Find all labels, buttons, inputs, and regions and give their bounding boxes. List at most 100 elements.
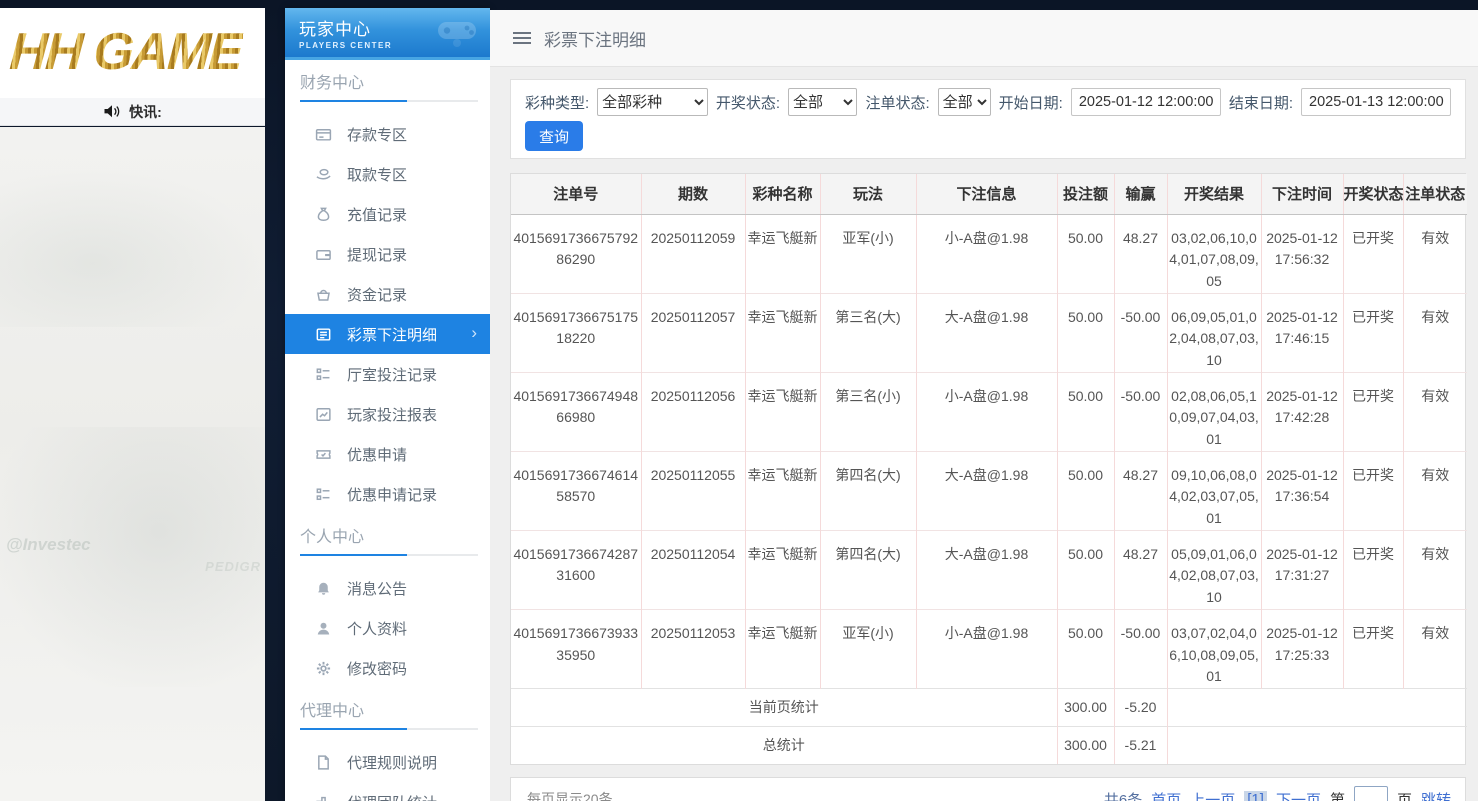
cell-result: 03,02,06,10,04,01,07,08,09,05 [1167, 214, 1261, 293]
search-button[interactable]: 查询 [525, 121, 583, 151]
cell-result: 06,09,05,01,02,04,08,07,03,10 [1167, 293, 1261, 372]
sidebar-item-label: 资金记录 [347, 284, 407, 305]
page-title: 彩票下注明细 [544, 26, 646, 51]
cell-time: 2025-01-12 17:46:15 [1261, 293, 1343, 372]
col-play: 玩法 [820, 174, 916, 214]
jump-prefix-label: 第 [1330, 789, 1345, 801]
cell-order-status: 有效 [1403, 609, 1467, 688]
cell-draw-status: 已开奖 [1343, 372, 1403, 451]
cell-time: 2025-01-12 17:42:28 [1261, 372, 1343, 451]
personal-menu: 消息公告 个人资料 修改密码 [285, 558, 490, 688]
cell-bet-info: 大-A盘@1.98 [916, 530, 1057, 609]
main-header: 彩票下注明细 [490, 10, 1478, 67]
page-size-text: 每页显示20条 [527, 789, 613, 801]
sidebar-item-profile[interactable]: 个人资料 [285, 608, 490, 648]
cell-result: 03,07,02,04,06,10,08,09,05,01 [1167, 609, 1261, 688]
cell-order-status: 有效 [1403, 530, 1467, 609]
jump-button[interactable]: 跳转 [1421, 789, 1451, 801]
filter-panel: 彩种类型: 全部彩种 开奖状态: 全部 注单状态: 全部 开始日期: 结束日期:… [510, 79, 1466, 159]
jump-page-input[interactable] [1354, 786, 1388, 801]
sidebar-item-hall-bet-record[interactable]: 厅室投注记录 [285, 354, 490, 394]
col-draw-status: 开奖状态 [1343, 174, 1403, 214]
team-stats-icon [315, 794, 332, 801]
bet-detail-table-card: 注单号 期数 彩种名称 玩法 下注信息 投注额 输赢 开奖结果 下注时间 开奖状… [510, 173, 1466, 765]
background-stadium-image: @Investec PEDIGR [0, 127, 265, 801]
draw-status-select[interactable]: 全部 [788, 88, 857, 116]
purse-icon [315, 286, 332, 303]
cell-lottery: 幸运飞艇新 [745, 372, 820, 451]
table-row: 401569173667393335950 20250112053 幸运飞艇新 … [511, 609, 1467, 688]
cell-bet-info: 小-A盘@1.98 [916, 609, 1057, 688]
cell-draw-status: 已开奖 [1343, 451, 1403, 530]
cell-amount: 50.00 [1057, 609, 1114, 688]
first-page-link[interactable]: 首页 [1151, 789, 1181, 801]
cell-order-status: 有效 [1403, 214, 1467, 293]
end-date-input[interactable] [1301, 88, 1451, 116]
cell-amount: 50.00 [1057, 293, 1114, 372]
sidebar-item-label: 代理团队统计 [347, 792, 437, 801]
cell-amount: 50.00 [1057, 530, 1114, 609]
draw-status-label: 开奖状态: [716, 92, 780, 113]
sidebar-item-agent-team-stats[interactable]: 代理团队统计 [285, 782, 490, 801]
report-chart-icon [315, 406, 332, 423]
sidebar-item-label: 彩票下注明细 [347, 324, 437, 345]
cell-lottery: 幸运飞艇新 [745, 530, 820, 609]
sidebar-item-withdraw-zone[interactable]: 取款专区 [285, 154, 490, 194]
order-status-select[interactable]: 全部 [938, 88, 991, 116]
cell-lottery: 幸运飞艇新 [745, 293, 820, 372]
sidebar-item-deposit-zone[interactable]: 存款专区 [285, 114, 490, 154]
col-order-status: 注单状态 [1403, 174, 1467, 214]
cell-draw-status: 已开奖 [1343, 609, 1403, 688]
section-title-agent: 代理中心 [285, 688, 490, 728]
table-row: 401569173667517518220 20250112057 幸运飞艇新 … [511, 293, 1467, 372]
end-date-label: 结束日期: [1229, 92, 1293, 113]
sidebar-item-promo-record[interactable]: 优惠申请记录 [285, 474, 490, 514]
cell-bet-info: 小-A盘@1.98 [916, 372, 1057, 451]
cell-play: 第三名(小) [820, 372, 916, 451]
cell-period: 20250112056 [641, 372, 745, 451]
cell-winloss: -50.00 [1114, 293, 1167, 372]
pagination-bar: 每页显示20条 共6条 首页 上一页 [1] 下一页 第 页 跳转 [510, 777, 1466, 801]
cell-winloss: 48.27 [1114, 214, 1167, 293]
wallet-icon [315, 246, 332, 263]
total-summary-row: 总统计 300.00 -5.21 [511, 726, 1467, 764]
col-winloss: 输赢 [1114, 174, 1167, 214]
col-order-no: 注单号 [511, 174, 641, 214]
lottery-type-select[interactable]: 全部彩种 [597, 88, 708, 116]
sidebar-item-change-password[interactable]: 修改密码 [285, 648, 490, 688]
cell-play: 亚军(小) [820, 214, 916, 293]
sidebar-item-promo-apply[interactable]: 优惠申请 [285, 434, 490, 474]
cell-order-no: 401569173667517518220 [511, 293, 641, 372]
cell-amount: 50.00 [1057, 214, 1114, 293]
sidebar-item-lottery-bet-detail[interactable]: 彩票下注明细 › [285, 314, 490, 354]
table-header-row: 注单号 期数 彩种名称 玩法 下注信息 投注额 输赢 开奖结果 下注时间 开奖状… [511, 174, 1467, 214]
cell-period: 20250112057 [641, 293, 745, 372]
main-content: 彩票下注明细 彩种类型: 全部彩种 开奖状态: 全部 注单状态: 全部 开始日期… [490, 10, 1478, 801]
sidebar-item-messages[interactable]: 消息公告 [285, 568, 490, 608]
cell-time: 2025-01-12 17:56:32 [1261, 214, 1343, 293]
sidebar-item-label: 取款专区 [347, 164, 407, 185]
start-date-input[interactable] [1071, 88, 1221, 116]
prev-page-link[interactable]: 上一页 [1190, 789, 1235, 801]
news-ticker-bar: 快讯: [0, 98, 265, 126]
bell-icon [315, 580, 332, 597]
cell-period: 20250112054 [641, 530, 745, 609]
col-result: 开奖结果 [1167, 174, 1261, 214]
bet-detail-list-icon [315, 326, 332, 343]
next-page-link[interactable]: 下一页 [1276, 789, 1321, 801]
sidebar-item-withdraw-record[interactable]: 提现记录 [285, 234, 490, 274]
cell-time: 2025-01-12 17:31:27 [1261, 530, 1343, 609]
cell-play: 第四名(大) [820, 530, 916, 609]
cell-order-no: 401569173667428731600 [511, 530, 641, 609]
cell-order-no: 401569173667579286290 [511, 214, 641, 293]
sidebar-item-recharge-record[interactable]: 充值记录 [285, 194, 490, 234]
sidebar-item-agent-rules[interactable]: 代理规则说明 [285, 742, 490, 782]
cell-winloss: 48.27 [1114, 530, 1167, 609]
person-icon [315, 620, 332, 637]
page-summary-empty [1167, 688, 1467, 726]
cell-order-no: 401569173667461458570 [511, 451, 641, 530]
sidebar-item-player-bet-report[interactable]: 玩家投注报表 [285, 394, 490, 434]
cell-bet-info: 小-A盘@1.98 [916, 214, 1057, 293]
sidebar-item-funds-record[interactable]: 资金记录 [285, 274, 490, 314]
hamburger-menu-icon[interactable] [513, 32, 531, 44]
